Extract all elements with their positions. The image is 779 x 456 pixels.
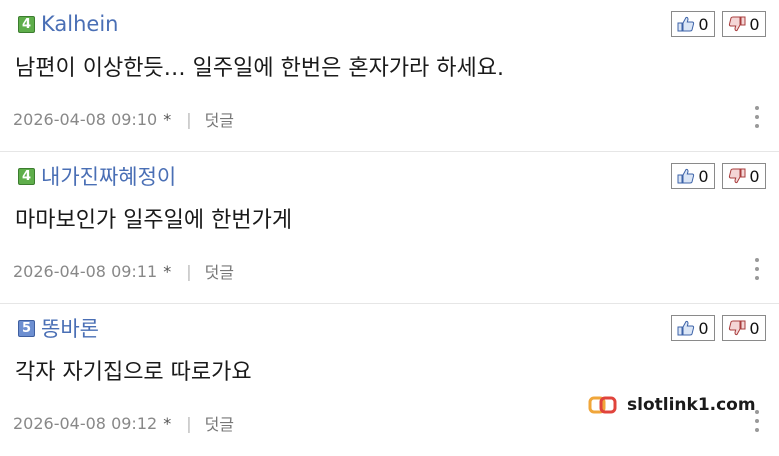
comment-item: 4 내가진짜혜정이 0 0 마마보인가 일주일에 한번가게 2026-04-08… [0, 152, 779, 304]
thumbs-down-icon [729, 168, 746, 184]
dislike-button[interactable]: 0 [722, 163, 766, 189]
thumbs-down-icon [729, 16, 746, 32]
level-badge: 4 [18, 15, 35, 33]
dislike-button[interactable]: 0 [722, 315, 766, 341]
meta-separator: | [186, 109, 192, 129]
comment-meta: 2026-04-08 09:10 * | 덧글 [13, 107, 234, 131]
comment-item: 5 똥바론 0 0 각자 자기집으로 따로가요 2026-04-08 09:12… [0, 304, 779, 456]
comment-author[interactable]: 내가진짜혜정이 [41, 161, 176, 191]
reply-link[interactable]: 덧글 [205, 411, 234, 435]
watermark-text: slotlink1.com [627, 395, 756, 415]
level-badge: 5 [18, 319, 35, 337]
dislike-count: 0 [749, 318, 760, 338]
comment-star: * [163, 261, 172, 281]
comment-star: * [163, 109, 172, 129]
thumbs-down-icon [729, 320, 746, 336]
thumbs-up-icon [677, 16, 695, 32]
reply-link[interactable]: 덧글 [205, 107, 234, 131]
level-badge: 4 [18, 167, 35, 185]
thumbs-up-icon [677, 168, 695, 184]
link-logo-icon [588, 396, 617, 414]
kebab-menu-icon[interactable] [751, 106, 763, 128]
watermark: slotlink1.com [588, 394, 756, 416]
kebab-menu-icon[interactable] [751, 258, 763, 280]
comment-author[interactable]: 똥바론 [41, 313, 99, 343]
reply-link[interactable]: 덧글 [205, 259, 234, 283]
comment-meta: 2026-04-08 09:11 * | 덧글 [13, 259, 234, 283]
comment-text: 각자 자기집으로 따로가요 [15, 360, 252, 385]
comment-item: 4 Kalhein 0 0 남편이 이상한듯… 일주일에 한번은 혼자가라 하세… [0, 0, 779, 152]
comment-timestamp: 2026-04-08 09:11 [13, 261, 158, 281]
comment-text: 마마보인가 일주일에 한번가게 [15, 208, 293, 233]
thumbs-up-icon [677, 320, 695, 336]
dislike-count: 0 [749, 166, 760, 186]
like-count: 0 [698, 318, 709, 338]
comment-author-row: 5 똥바론 [18, 315, 99, 341]
meta-separator: | [186, 261, 192, 281]
like-button[interactable]: 0 [671, 315, 715, 341]
comment-author-row: 4 Kalhein [18, 11, 118, 37]
dislike-count: 0 [749, 14, 760, 34]
comment-timestamp: 2026-04-08 09:12 [13, 413, 158, 433]
like-count: 0 [698, 166, 709, 186]
meta-separator: | [186, 413, 192, 433]
like-button[interactable]: 0 [671, 163, 715, 189]
dislike-button[interactable]: 0 [722, 11, 766, 37]
comment-text: 남편이 이상한듯… 일주일에 한번은 혼자가라 하세요. [15, 56, 505, 81]
comment-author[interactable]: Kalhein [41, 12, 118, 36]
comment-meta: 2026-04-08 09:12 * | 덧글 [13, 411, 234, 435]
comment-timestamp: 2026-04-08 09:10 [13, 109, 158, 129]
like-button[interactable]: 0 [671, 11, 715, 37]
comment-star: * [163, 413, 172, 433]
comment-author-row: 4 내가진짜혜정이 [18, 163, 176, 189]
like-count: 0 [698, 14, 709, 34]
